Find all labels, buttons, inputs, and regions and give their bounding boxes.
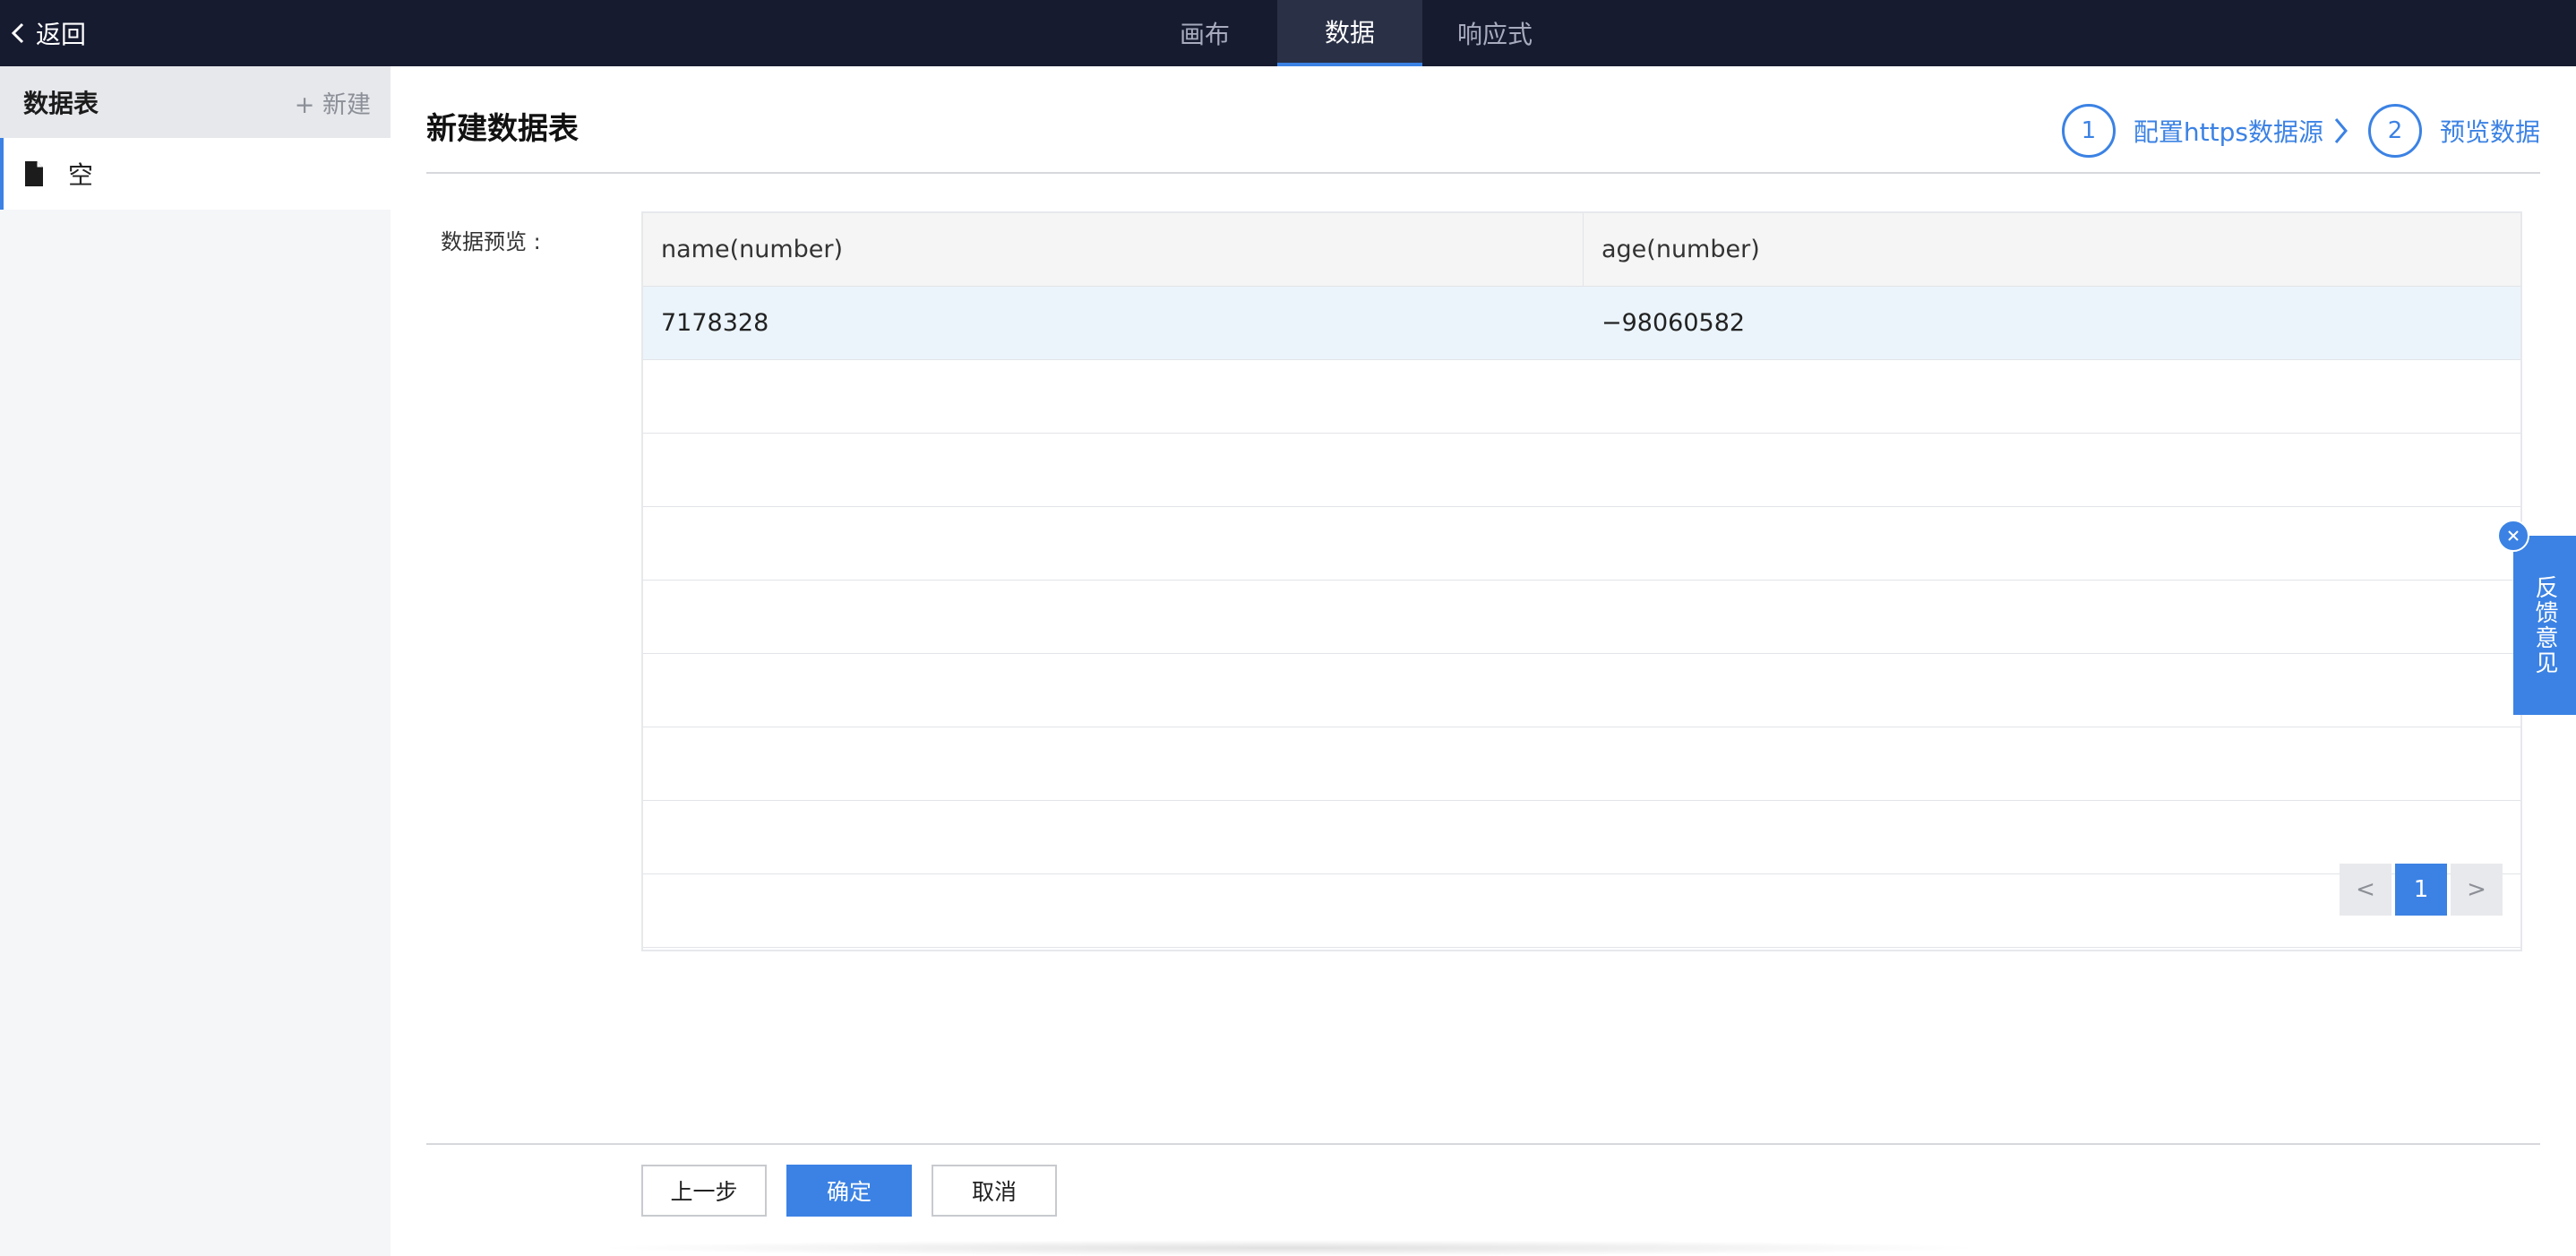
header-divider [426, 172, 2540, 174]
table-row-empty [643, 434, 2520, 507]
table-cell: 7178328 [661, 309, 769, 337]
new-table-button[interactable]: + 新建 [295, 85, 371, 120]
feedback-button[interactable]: 反馈意见 [2513, 536, 2576, 715]
selected-indicator [0, 138, 4, 210]
next-page-button[interactable]: > [2451, 864, 2503, 916]
data-preview-label: 数据预览 : [441, 229, 541, 254]
page-title: 新建数据表 [426, 111, 579, 147]
column-header-name: name(number) [643, 213, 1584, 286]
footer-actions: 上一步 确定 取消 [641, 1165, 1057, 1217]
table-row-empty [643, 360, 2520, 434]
back-button[interactable]: 返回 [11, 0, 86, 66]
table-row-empty [643, 581, 2520, 654]
table-row-empty [643, 654, 2520, 727]
step-1-label: 配置https数据源 [2133, 117, 2323, 147]
table-cell: −98060582 [1601, 309, 1746, 337]
table-row-empty [643, 507, 2520, 581]
cancel-button[interactable]: 取消 [932, 1165, 1057, 1217]
close-icon[interactable] [2497, 520, 2529, 552]
sidebar: 数据表 + 新建 空 [0, 66, 391, 1256]
table-row: 7178328 −98060582 [643, 287, 2520, 360]
tab-bar: 画布 数据 响应式 [1132, 0, 1567, 66]
table-row-empty [643, 801, 2520, 874]
sidebar-header: 数据表 + 新建 [0, 66, 391, 138]
step-2-label: 预览数据 [2439, 117, 2540, 147]
tab-canvas[interactable]: 画布 [1132, 0, 1277, 66]
tab-data[interactable]: 数据 [1277, 0, 1422, 66]
confirm-button[interactable]: 确定 [786, 1165, 912, 1217]
page-1-button[interactable]: 1 [2395, 864, 2447, 916]
back-label: 返回 [36, 20, 87, 49]
main-panel: 新建数据表 1 配置https数据源 2 预览数据 数据预览 : name(nu… [391, 66, 2576, 1256]
table-row-empty [643, 727, 2520, 801]
tab-responsive[interactable]: 响应式 [1422, 0, 1567, 66]
prev-page-button[interactable]: < [2340, 864, 2391, 916]
sidebar-item-empty[interactable]: 空 [0, 138, 391, 210]
sidebar-title: 数据表 [23, 89, 99, 118]
step-2-number: 2 [2367, 104, 2422, 158]
table-header: name(number) age(number) [643, 213, 2520, 287]
step-1-number: 1 [2061, 104, 2116, 158]
column-header-age: age(number) [1601, 236, 1760, 263]
chevron-right-icon [2334, 118, 2348, 143]
table-row-empty [643, 874, 2520, 948]
step-indicator: 1 配置https数据源 2 预览数据 [2061, 104, 2540, 158]
bottom-shadow [591, 1240, 1988, 1256]
file-icon [25, 161, 43, 186]
sidebar-item-label: 空 [68, 160, 94, 190]
top-bar: 返回 画布 数据 响应式 [0, 0, 2576, 66]
data-preview-table: name(number) age(number) 7178328 −980605… [641, 211, 2522, 951]
pagination: < 1 > [2340, 864, 2503, 916]
prev-step-button[interactable]: 上一步 [641, 1165, 767, 1217]
footer-divider [426, 1143, 2540, 1145]
chevron-left-icon [11, 22, 24, 44]
